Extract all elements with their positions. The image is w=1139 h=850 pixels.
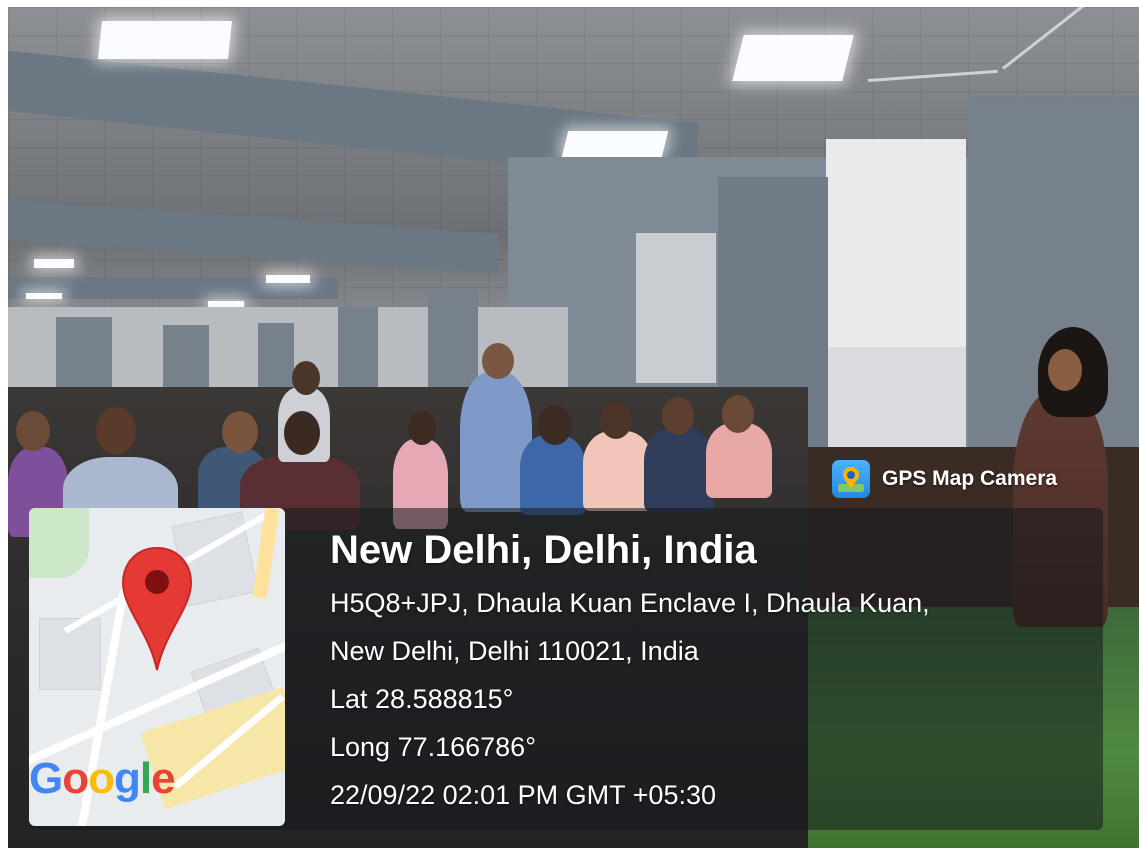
- map-pin-icon: [121, 546, 193, 671]
- acoustic-panel: [826, 139, 966, 347]
- acoustic-panel: [826, 347, 966, 447]
- head: [722, 395, 754, 433]
- audience-member: [644, 427, 714, 512]
- speaker-head: [1048, 349, 1082, 391]
- head: [600, 401, 632, 439]
- ceiling-light: [266, 275, 310, 283]
- head: [16, 411, 50, 451]
- ceiling-light: [98, 21, 232, 59]
- head: [292, 361, 320, 395]
- map-thumbnail[interactable]: Google: [29, 508, 285, 826]
- head: [284, 411, 320, 455]
- head: [482, 343, 514, 379]
- head: [538, 405, 572, 445]
- ceiling-light: [26, 293, 62, 299]
- address-line-1: H5Q8+JPJ, Dhaula Kuan Enclave I, Dhaula …: [330, 588, 930, 618]
- address-line-2: New Delhi, Delhi 110021, India: [330, 636, 699, 666]
- app-badge-label: GPS Map Camera: [882, 467, 1058, 490]
- latitude-readout: Lat 28.588815°: [330, 684, 514, 714]
- map-park-area: [29, 508, 89, 578]
- app-badge: GPS Map Camera: [832, 459, 1057, 499]
- ceiling-light: [732, 35, 854, 81]
- head: [662, 397, 694, 435]
- ceiling-light: [34, 259, 74, 268]
- audience-member: [706, 423, 772, 498]
- audience-member: [520, 435, 586, 515]
- head: [222, 411, 258, 453]
- audience-member: [583, 431, 653, 511]
- ceiling-light: [561, 131, 669, 157]
- timestamp: 22/09/22 02:01 PM GMT +05:30: [330, 780, 717, 810]
- longitude-readout: Long 77.166786°: [330, 732, 536, 762]
- location-city: New Delhi, Delhi, India: [330, 528, 757, 572]
- google-logo: Google: [29, 754, 176, 803]
- acoustic-panel: [636, 233, 716, 383]
- gps-camera-icon: [832, 460, 870, 498]
- head: [96, 407, 136, 455]
- pillar: [338, 307, 378, 397]
- head: [408, 411, 436, 445]
